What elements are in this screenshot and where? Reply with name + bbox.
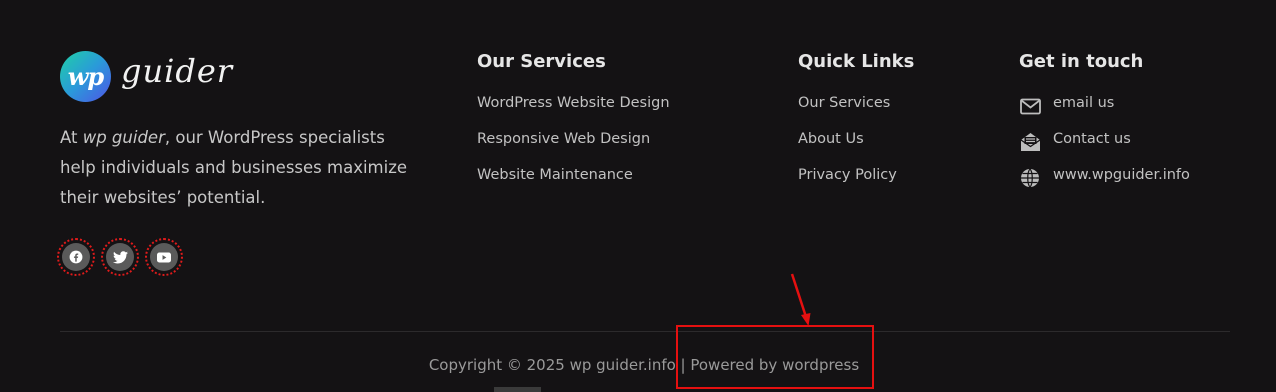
quick-links-list: Our Services About Us Privacy Policy	[798, 93, 914, 201]
about-text: At wp guider, our WordPress specialists …	[60, 123, 410, 213]
contact-list: email us Contact us www.wpguider.info	[1019, 93, 1190, 201]
globe-icon	[1019, 167, 1041, 189]
open-mail-icon	[1019, 131, 1041, 153]
services-heading: Our Services	[477, 51, 606, 72]
contact-form-link[interactable]: Contact us	[1019, 129, 1190, 165]
contact-website-label: www.wpguider.info	[1053, 167, 1190, 183]
quick-link[interactable]: Our Services	[798, 93, 914, 129]
facebook-link[interactable]	[57, 238, 95, 276]
social-links	[57, 238, 183, 276]
annotation-highlight-box	[676, 325, 874, 389]
about-prefix: At	[60, 128, 83, 147]
site-footer: wp guider At wp guider, our WordPress sp…	[0, 0, 1276, 392]
envelope-icon	[1019, 95, 1041, 117]
contact-email[interactable]: email us	[1019, 93, 1190, 129]
quick-link[interactable]: Privacy Policy	[798, 165, 914, 201]
facebook-icon	[62, 243, 90, 271]
services-link[interactable]: WordPress Website Design	[477, 93, 670, 129]
youtube-icon	[150, 243, 178, 271]
contact-form-label: Contact us	[1053, 131, 1131, 147]
logo-badge: wp	[60, 50, 111, 102]
youtube-link[interactable]	[145, 238, 183, 276]
twitter-icon	[106, 243, 134, 271]
logo-wordmark: guider	[121, 52, 234, 90]
quick-links-column: Quick Links Our Services About Us Privac…	[798, 50, 914, 201]
about-brand-name: wp guider	[82, 128, 165, 147]
copyright-text: Copyright © 2025 wp guider.info | Powere…	[428, 356, 860, 374]
services-link[interactable]: Responsive Web Design	[477, 129, 670, 165]
quick-links-heading: Quick Links	[798, 51, 915, 72]
quick-link[interactable]: About Us	[798, 129, 914, 165]
footer-divider	[60, 331, 1230, 332]
brand-column: wp guider At wp guider, our WordPress sp…	[57, 49, 420, 276]
scroll-indicator	[494, 387, 541, 392]
contact-column: Get in touch email us Contact us www.wpg…	[1019, 50, 1190, 201]
twitter-link[interactable]	[101, 238, 139, 276]
services-column: Our Services WordPress Website Design Re…	[477, 50, 670, 201]
contact-website[interactable]: www.wpguider.info	[1019, 165, 1190, 201]
contact-heading: Get in touch	[1019, 51, 1144, 72]
services-link[interactable]: Website Maintenance	[477, 165, 670, 201]
annotation-arrow-icon	[790, 273, 811, 326]
services-list: WordPress Website Design Responsive Web …	[477, 93, 670, 201]
contact-email-label: email us	[1053, 95, 1115, 111]
logo[interactable]: wp guider	[60, 49, 420, 103]
